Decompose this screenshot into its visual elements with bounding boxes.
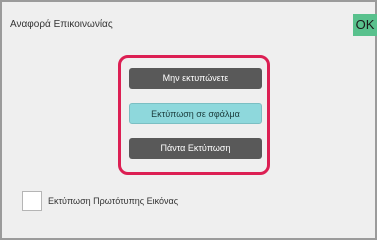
print-original-image-label: Εκτύπωση Πρωτότυπης Εικόνας [48,196,179,206]
screen-title: Αναφορά Επικοινωνίας [10,19,113,30]
screen-frame: Αναφορά Επικοινωνίας Μην εκτυπώνετε Εκτύ… [0,0,377,240]
option-print-on-error-button[interactable]: Εκτύπωση σε σφάλμα [129,103,262,124]
option-do-not-print-button[interactable]: Μην εκτυπώνετε [129,68,262,89]
option-always-print-button[interactable]: Πάντα Εκτύπωση [129,138,262,159]
print-option-group: Μην εκτυπώνετε Εκτύπωση σε σφάλμα Πάντα … [118,55,270,175]
print-original-image-checkbox[interactable] [22,191,42,211]
print-original-image-row[interactable]: Εκτύπωση Πρωτότυπης Εικόνας [22,190,178,212]
ok-button[interactable]: OK [353,14,377,36]
